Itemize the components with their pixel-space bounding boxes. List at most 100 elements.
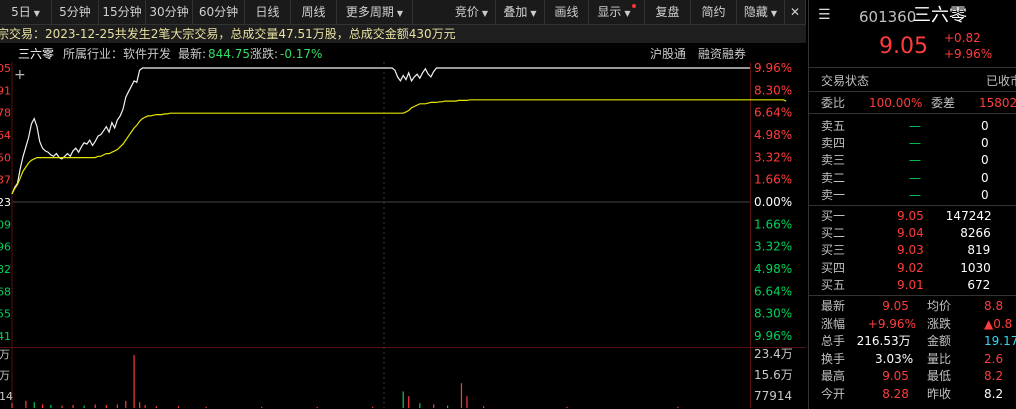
y-tick-left: 50 xyxy=(0,151,11,164)
y-tick-left: 82 xyxy=(0,263,11,276)
stat-label: 总手 xyxy=(821,334,846,348)
ask-level-price: — xyxy=(909,153,921,168)
stat-value: 9.05 xyxy=(882,299,909,313)
bid-level-volume: 8266 xyxy=(960,226,991,241)
stat-value: 8.2 xyxy=(984,386,1004,401)
period-tab-label: 周线 xyxy=(301,5,326,19)
block-trade-info-text: 宗交易：2023-12-25共发生2笔大宗交易，总成交量47.51万股，总成交金… xyxy=(0,27,456,41)
stat-value: 3.03% xyxy=(875,351,914,366)
ask-level-label: 卖三 xyxy=(821,153,846,168)
stock-code: 601360 xyxy=(859,8,917,26)
caret-down-icon: ▼ xyxy=(33,9,40,18)
bid-level-label: 买五 xyxy=(821,277,846,292)
period-tab[interactable]: 隐藏 ▼ xyxy=(737,0,785,24)
stat-label: 量比 xyxy=(927,351,952,366)
period-tab[interactable]: 30分钟 xyxy=(146,0,193,24)
bid-level-label: 买一 xyxy=(821,209,846,223)
period-tab[interactable]: 更多周期 ▼ xyxy=(337,0,413,24)
volume-tick-left: 万 xyxy=(0,369,10,382)
period-tab[interactable]: ✕ xyxy=(785,0,806,24)
period-tab[interactable]: 叠加 ▼ xyxy=(496,0,545,24)
chart-latest-label: 最新: xyxy=(178,46,206,61)
weicha-label: 委差 xyxy=(931,96,956,110)
period-tab-label: 更多周期 xyxy=(345,5,394,19)
period-tab-label: 隐藏 xyxy=(743,5,768,19)
stat-value: +9.96% xyxy=(867,316,916,331)
ask-level-label: 卖二 xyxy=(821,170,846,185)
last-price: 9.05 xyxy=(879,34,928,59)
y-tick-left: 78 xyxy=(0,107,11,120)
volume-tick-left: 14 xyxy=(0,390,13,403)
caret-down-icon: ▼ xyxy=(530,9,537,18)
bid-level-price: 9.03 xyxy=(897,243,924,258)
caret-down-icon: ▼ xyxy=(624,9,631,18)
weibi-label: 委比 xyxy=(821,96,846,110)
y-tick-right: 3.32% xyxy=(754,240,792,254)
period-tab-label: 画线 xyxy=(554,5,579,19)
y-tick-left: 91 xyxy=(0,84,11,97)
bid-level-volume: 819 xyxy=(967,243,991,258)
price-change: +0.82 xyxy=(944,31,981,45)
stat-label: 金额 xyxy=(927,334,952,348)
stat-label: 今开 xyxy=(821,386,846,401)
stat-label: 涨跌 xyxy=(927,316,952,331)
y-tick-right: 1.66% xyxy=(754,217,792,231)
period-tab-label: 60分钟 xyxy=(198,5,239,19)
stat-value: 19.17亿 xyxy=(984,334,1016,348)
volume-tick-right: 15.6万 xyxy=(754,368,793,382)
notification-dot xyxy=(631,4,636,8)
caret-down-icon: ▼ xyxy=(396,9,404,18)
stat-label: 最高 xyxy=(821,369,846,383)
chart-tag-hgt: 沪股通 xyxy=(650,47,686,61)
weicha-value: 158024 xyxy=(979,96,1016,110)
period-tab-label: 竞价 xyxy=(454,5,479,19)
ask-level-volume: 0 xyxy=(981,136,989,151)
period-tab-label: 30分钟 xyxy=(149,5,189,19)
volume-tick-left: 万 xyxy=(0,348,10,361)
y-tick-left: 37 xyxy=(0,174,11,187)
period-tab-label: 5分钟 xyxy=(59,5,91,19)
y-tick-left: 23 xyxy=(0,196,11,209)
period-tab[interactable]: 复盘 xyxy=(645,0,691,24)
y-tick-right: 8.30% xyxy=(754,307,792,321)
period-tab-label: 15分钟 xyxy=(102,5,142,19)
stat-value: 8.28 xyxy=(882,386,909,401)
period-tab-label: 5日 xyxy=(11,5,31,19)
stat-value: 8.2 xyxy=(984,369,1004,383)
bid-level-label: 买三 xyxy=(821,243,846,258)
intraday-chart[interactable]: 三六零 所属行业：软件开发 最新: 844.75 涨跌: -0.17% 沪股通 融资融券 + 9.… xyxy=(0,44,806,409)
chart-latest-value: 844.75 xyxy=(208,47,250,61)
volume-tick-right: 23.4万 xyxy=(754,347,793,361)
period-tab[interactable]: 5日 ▼ xyxy=(0,0,52,24)
caret-down-icon: ▼ xyxy=(481,9,489,18)
caret-down-icon: ▼ xyxy=(770,9,778,18)
y-tick-right: 6.64% xyxy=(754,284,792,298)
period-tab[interactable]: 5分钟 xyxy=(52,0,99,24)
period-tab[interactable]: 简约 xyxy=(691,0,737,24)
period-tab[interactable]: 日线 xyxy=(245,0,291,24)
y-tick-left: 96 xyxy=(0,241,11,254)
period-tab[interactable]: 竞价 ▼ xyxy=(448,0,496,24)
ask-level-price: — xyxy=(909,187,921,202)
stat-value: 8.8 xyxy=(984,299,1004,313)
bid-level-price: 9.04 xyxy=(897,226,924,241)
y-tick-right: 4.98% xyxy=(754,262,792,276)
stat-label: 最低 xyxy=(927,369,952,383)
y-tick-left: 68 xyxy=(0,285,11,298)
period-tab[interactable]: 显示 ▼ xyxy=(589,0,645,24)
period-tab[interactable]: 60分钟 xyxy=(193,0,245,24)
bid-level-volume: 147242 xyxy=(945,209,992,223)
menu-icon[interactable]: ☰ xyxy=(818,7,831,23)
ask-level-volume: 0 xyxy=(981,170,989,185)
ask-level-price: — xyxy=(909,119,921,133)
ask-level-label: 卖五 xyxy=(821,119,846,133)
bid-level-price: 9.01 xyxy=(897,277,924,292)
chart-stock-name: 三六零 xyxy=(18,47,54,61)
period-tab[interactable]: 周线 xyxy=(291,0,337,24)
y-tick-right: 9.96% xyxy=(754,329,792,343)
period-tab[interactable]: 15分钟 xyxy=(99,0,146,24)
block-trade-info-bar: 宗交易：2023-12-25共发生2笔大宗交易，总成交量47.51万股，总成交金… xyxy=(0,25,806,43)
period-tab[interactable]: 画线 xyxy=(545,0,589,24)
bid-level-volume: 1030 xyxy=(960,260,991,275)
chart-industry: 所属行业：软件开发 xyxy=(63,46,171,61)
